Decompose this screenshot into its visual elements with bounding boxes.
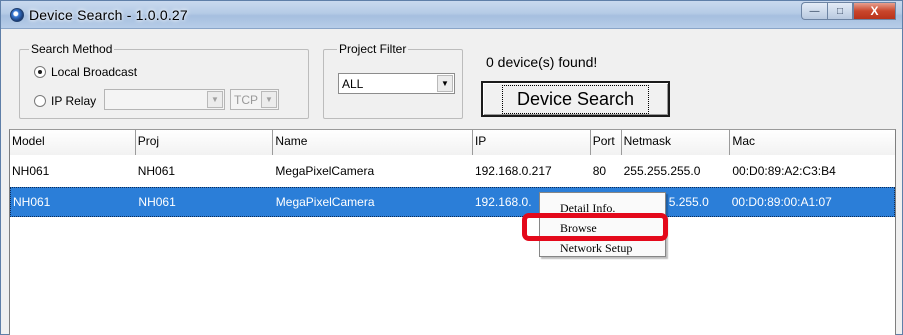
radio-button-checked[interactable] [34, 66, 46, 78]
project-filter-value: ALL [342, 77, 364, 91]
search-method-legend: Search Method [29, 42, 115, 56]
cell-model: NH061 [12, 164, 50, 178]
cell-name: MegaPixelCamera [275, 164, 375, 178]
title-bar[interactable]: Device Search - 1.0.0.27 — □ X [1, 1, 902, 29]
device-search-button-label: Device Search [501, 84, 650, 114]
table-row[interactable]: NH061 NH061 MegaPixelCamera 192.168.0.21… [10, 157, 895, 187]
radio-local-broadcast[interactable]: Local Broadcast [34, 65, 137, 79]
cell-mac: 00:D0:89:A2:C3:B4 [732, 164, 836, 178]
device-search-window: Device Search - 1.0.0.27 — □ X Search Me… [0, 0, 903, 335]
column-header-model[interactable]: Model [10, 130, 136, 155]
device-search-button[interactable]: Device Search [481, 81, 670, 117]
browse-highlight-box [522, 213, 668, 241]
radio-button-unchecked[interactable] [34, 95, 46, 107]
ip-relay-combo[interactable]: ▼ [104, 89, 225, 110]
column-header-ip[interactable]: IP [472, 130, 591, 155]
cell-ip: 192.168.0.217 [474, 164, 552, 178]
table-row-selected[interactable]: NH061 NH061 MegaPixelCamera 192.168.0. 5… [10, 187, 895, 217]
menu-item-network-setup[interactable]: Network Setup [540, 239, 665, 257]
close-button[interactable]: X [853, 2, 896, 20]
devices-found-status: 0 device(s) found! [486, 54, 598, 70]
radio-ip-relay[interactable]: IP Relay [34, 94, 96, 108]
window-title: Device Search - 1.0.0.27 [29, 7, 188, 23]
chevron-down-icon[interactable]: ▼ [261, 91, 277, 108]
cell-proj: NH061 [137, 164, 176, 178]
protocol-combo[interactable]: TCP ▼ [230, 89, 279, 110]
window-controls: — □ X [801, 2, 896, 21]
cell-proj: NH061 [138, 195, 176, 209]
maximize-button[interactable]: □ [827, 2, 853, 20]
cell-name: MegaPixelCamera [275, 195, 375, 209]
project-filter-legend: Project Filter [337, 42, 409, 56]
project-filter-combo[interactable]: ALL ▼ [338, 73, 455, 94]
device-list-header: Model Proj Name IP Port Netmask Mac [10, 130, 895, 155]
column-header-name[interactable]: Name [273, 130, 473, 155]
cell-mac: 00:D0:89:00:A1:07 [731, 195, 832, 209]
column-header-mac[interactable]: Mac [730, 130, 895, 155]
device-list[interactable]: Model Proj Name IP Port Netmask Mac NH06… [9, 129, 896, 335]
local-broadcast-label: Local Broadcast [51, 65, 138, 79]
app-icon [10, 8, 24, 22]
protocol-value: TCP [234, 93, 258, 107]
column-header-netmask[interactable]: Netmask [621, 130, 731, 155]
column-header-port[interactable]: Port [590, 130, 622, 155]
column-header-proj[interactable]: Proj [135, 130, 274, 155]
cell-model: NH061 [13, 195, 51, 209]
cell-port: 80 [592, 164, 607, 178]
cell-netmask: 255.255.255.0 [623, 164, 701, 178]
ip-relay-label: IP Relay [51, 94, 97, 108]
minimize-button[interactable]: — [801, 2, 827, 20]
chevron-down-icon[interactable]: ▼ [207, 91, 223, 108]
chevron-down-icon[interactable]: ▼ [437, 75, 453, 92]
